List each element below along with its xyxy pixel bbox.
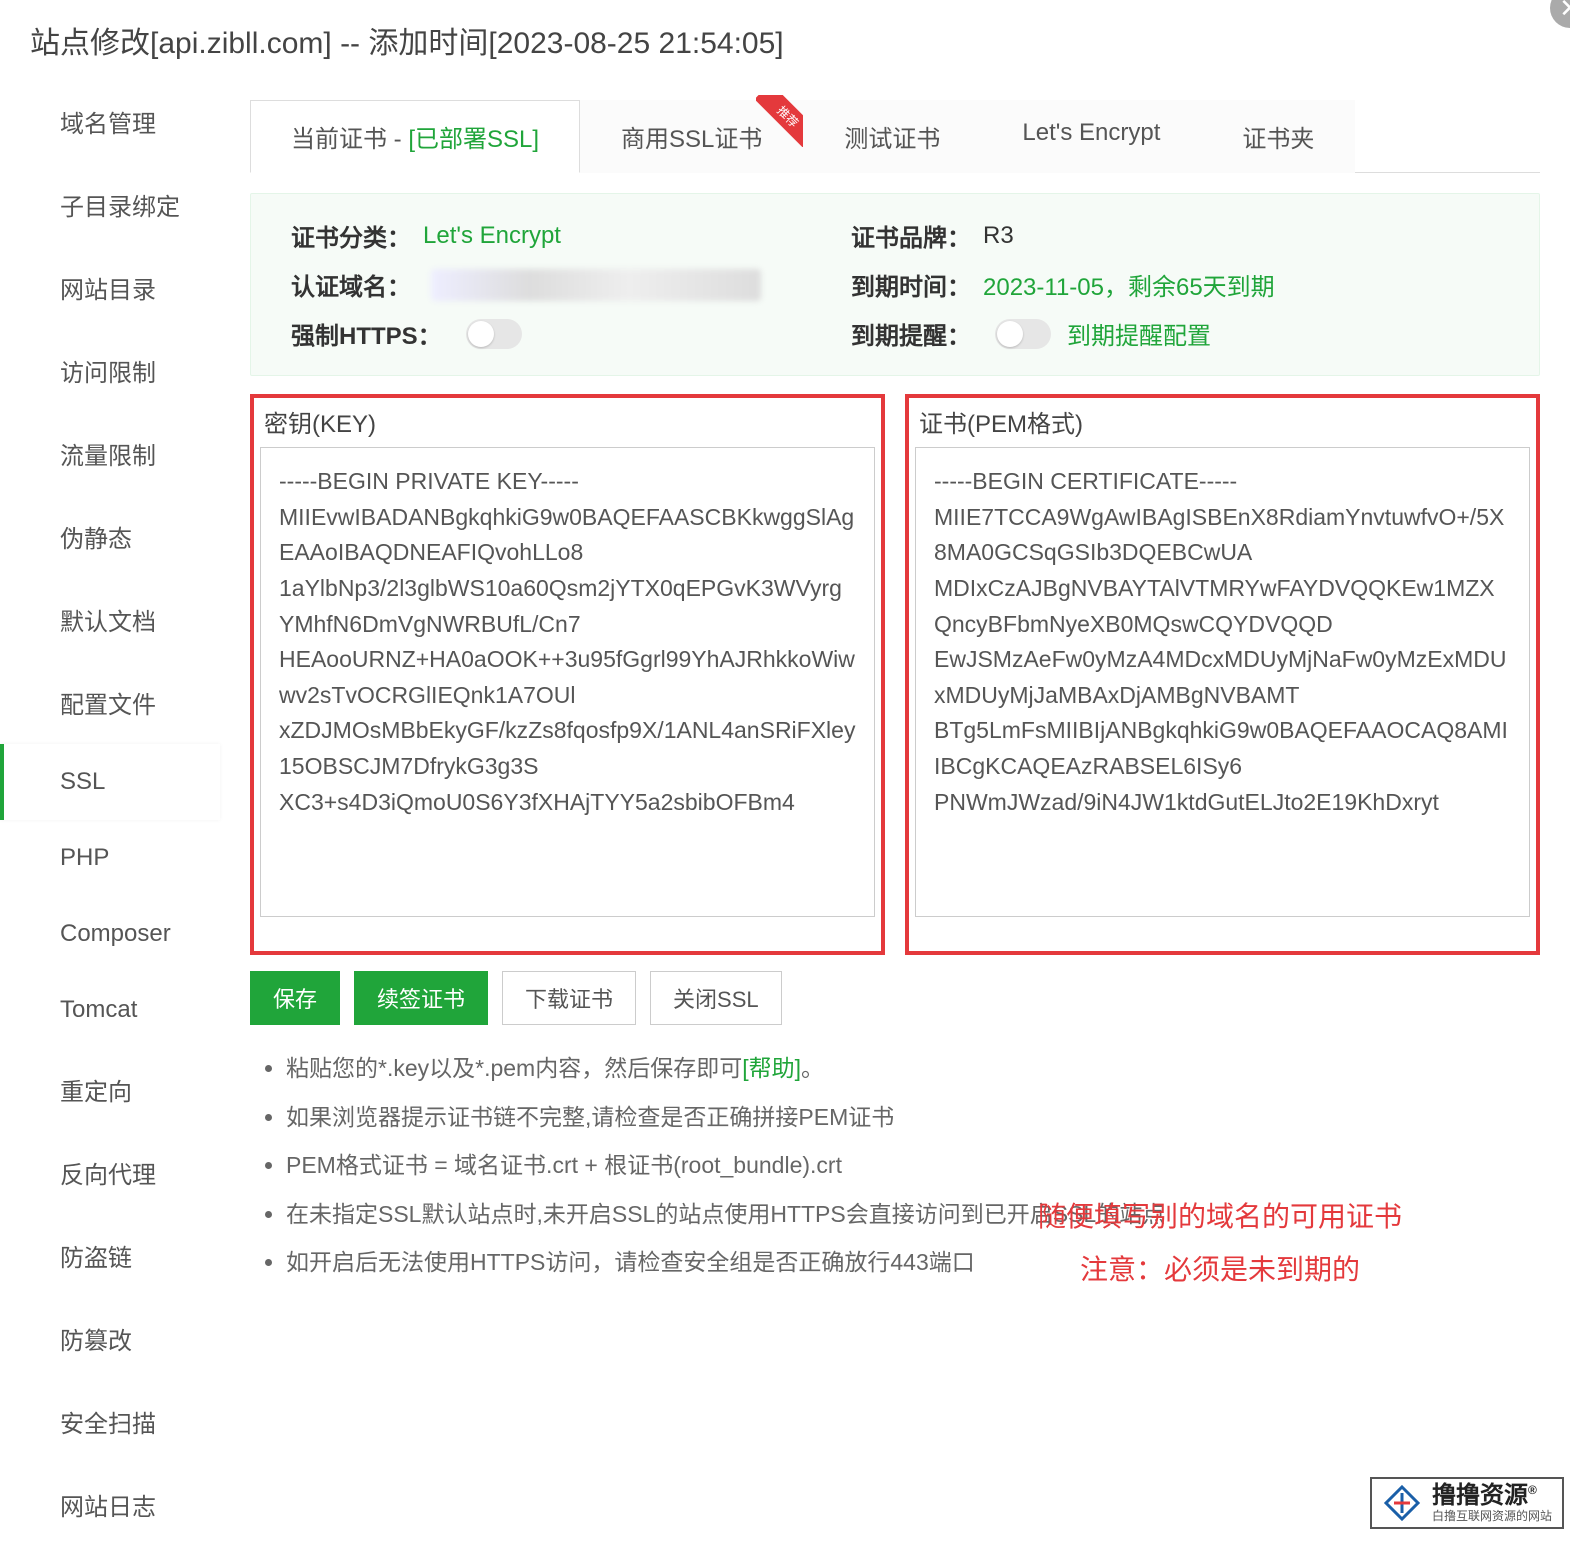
force-https-label: 强制HTTPS： [291,316,442,351]
sidebar-item-log[interactable]: 网站日志 [0,1463,220,1546]
help-item-3: PEM格式证书 = 域名证书.crt + 根证书(root_bundle).cr… [286,1148,1540,1183]
help-item-1: 粘贴您的*.key以及*.pem内容，然后保存即可[帮助]。 [286,1051,1540,1086]
expire-reminder-label: 到期提醒： [851,316,971,351]
tab-commercial-ssl[interactable]: 商用SSL证书 [580,100,803,173]
help-text-end: 。 [801,1055,824,1081]
tab-bar: 当前证书 - [已部署SSL] 商用SSL证书 测试证书 Let's Encry… [250,100,1540,173]
cert-category-value: Let's Encrypt [423,222,561,250]
save-button[interactable]: 保存 [250,971,340,1025]
tab-current-status: [已部署SSL] [408,126,539,153]
help-link[interactable]: [帮助] [742,1055,801,1081]
sidebar-item-ssl[interactable]: SSL [0,744,220,820]
tab-current-cert[interactable]: 当前证书 - [已部署SSL] [250,100,580,173]
tab-letsencrypt[interactable]: Let's Encrypt [981,100,1201,173]
pem-cert-label: 证书(PEM格式) [915,402,1530,447]
sidebar-item-tamper[interactable]: 防篡改 [0,1297,220,1380]
watermark-logo-icon [1382,1483,1422,1523]
annotation-line1: 随便填写别的域名的可用证书 [980,1190,1460,1243]
cert-brand-label: 证书品牌： [851,218,971,253]
tab-test-cert[interactable]: 测试证书 [803,100,981,173]
private-key-label: 密钥(KEY) [260,402,875,447]
cert-expire-value: 2023-11-05，剩余65天到期 [983,267,1275,302]
sidebar-item-subdir[interactable]: 子目录绑定 [0,163,220,246]
annotation-line2: 注意：必须是未到期的 [980,1243,1460,1296]
recommend-ribbon-icon [756,95,808,147]
tab-current-prefix: 当前证书 - [291,126,408,153]
sidebar-item-composer[interactable]: Composer [0,896,220,972]
sidebar-item-proxy[interactable]: 反向代理 [0,1131,220,1214]
help-item-2: 如果浏览器提示证书链不完整,请检查是否正确拼接PEM证书 [286,1100,1540,1135]
sidebar-item-tomcat[interactable]: Tomcat [0,972,220,1048]
sidebar-item-config[interactable]: 配置文件 [0,661,220,744]
sidebar-item-sitedir[interactable]: 网站目录 [0,246,220,329]
private-key-box: 密钥(KEY) [250,394,885,955]
cert-brand-value: R3 [983,222,1014,250]
help-text: 粘贴您的*.key以及*.pem内容，然后保存即可 [286,1055,742,1081]
sidebar-item-domain[interactable]: 域名管理 [0,80,220,163]
close-icon[interactable]: ✕ [1550,0,1570,28]
sidebar-item-scan[interactable]: 安全扫描 [0,1380,220,1463]
watermark: 撸撸资源® 白撸互联网资源的网站 [1370,1477,1564,1529]
sidebar: 域名管理 子目录绑定 网站目录 访问限制 流量限制 伪静态 默认文档 配置文件 … [0,80,220,1546]
sidebar-item-traffic[interactable]: 流量限制 [0,412,220,495]
download-button[interactable]: 下载证书 [502,971,636,1025]
annotation-note: 随便填写别的域名的可用证书 注意：必须是未到期的 [980,1190,1460,1296]
expire-reminder-toggle[interactable] [995,319,1051,349]
pem-cert-box: 证书(PEM格式) [905,394,1540,955]
sidebar-item-access[interactable]: 访问限制 [0,329,220,412]
cert-expire-label: 到期时间： [851,267,971,302]
tab-commercial-label: 商用SSL证书 [621,126,762,153]
cert-domain-label: 认证域名： [291,267,411,302]
sidebar-item-hotlink[interactable]: 防盗链 [0,1214,220,1297]
tab-cert-folder[interactable]: 证书夹 [1201,100,1355,173]
cert-domain-value-masked [431,269,761,301]
renew-button[interactable]: 续签证书 [354,971,488,1025]
sidebar-item-redirect[interactable]: 重定向 [0,1048,220,1131]
force-https-toggle[interactable] [466,319,522,349]
private-key-textarea[interactable] [260,447,875,917]
cert-category-label: 证书分类： [291,218,411,253]
close-ssl-button[interactable]: 关闭SSL [650,971,782,1025]
cert-summary-panel: 证书分类： Let's Encrypt 证书品牌： R3 认证域名： 到期时间：… [250,193,1540,376]
pem-cert-textarea[interactable] [915,447,1530,917]
dialog-title: 站点修改[api.zibll.com] -- 添加时间[2023-08-25 2… [30,27,784,60]
sidebar-item-rewrite[interactable]: 伪静态 [0,495,220,578]
expire-reminder-config-link[interactable]: 到期提醒配置 [1067,316,1211,351]
watermark-title: 撸撸资源® [1432,1483,1552,1509]
sidebar-item-default[interactable]: 默认文档 [0,578,220,661]
watermark-subtitle: 白撸互联网资源的网站 [1432,1510,1552,1523]
sidebar-item-php[interactable]: PHP [0,820,220,896]
